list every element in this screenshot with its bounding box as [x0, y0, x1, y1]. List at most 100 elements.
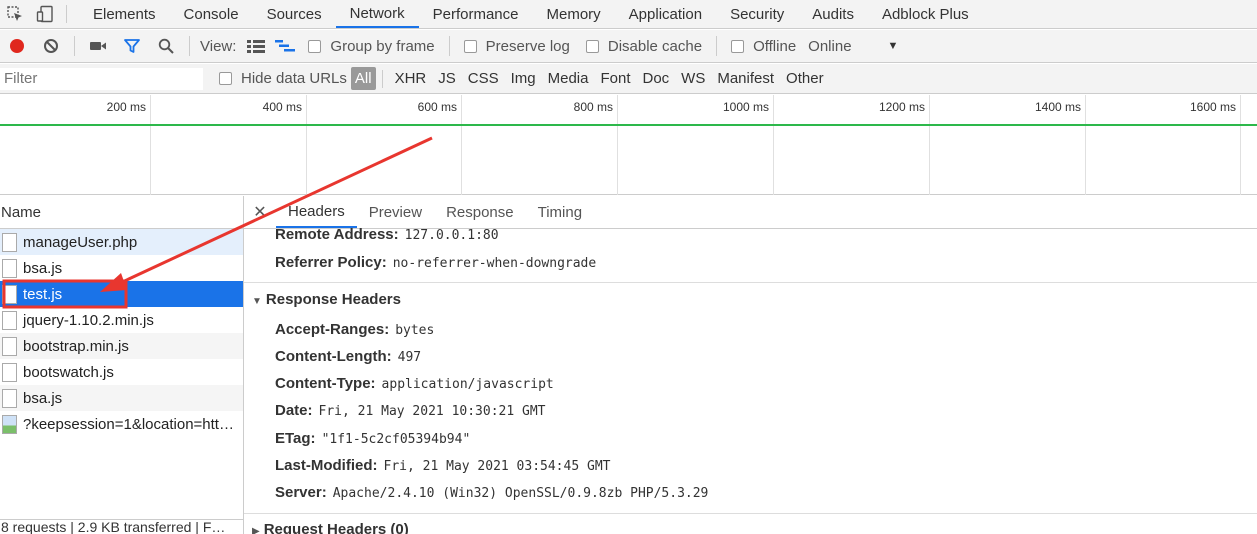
filter-type-other[interactable]: Other [780, 70, 830, 87]
view-label: View: [200, 37, 237, 55]
tab-performance[interactable]: Performance [419, 0, 533, 28]
request-list: Name manageUser.php bsa.js test.js jquer… [0, 196, 244, 534]
tab-response[interactable]: Response [434, 196, 526, 228]
record-icon [10, 39, 24, 53]
search-button[interactable] [149, 30, 183, 63]
checkbox-box [219, 72, 232, 85]
header-value: 127.0.0.1:80 [404, 228, 499, 243]
device-icon [36, 5, 53, 23]
large-rows-button[interactable] [242, 30, 270, 63]
filter-type-doc[interactable]: Doc [636, 70, 675, 87]
request-name: bsa.js [23, 259, 63, 277]
throttling-select[interactable]: Online ▼ [808, 38, 898, 55]
header-value: Fri, 21 May 2021 10:30:21 GMT [318, 404, 546, 419]
device-toolbar-button[interactable] [30, 0, 60, 28]
disable-cache-checkbox[interactable]: Disable cache [585, 38, 702, 55]
waterfall-icon [275, 40, 296, 52]
offline-checkbox[interactable]: Offline [731, 38, 796, 55]
network-toolbar: View: Group by frame Preserve log Disabl… [0, 30, 1257, 63]
filter-input[interactable] [0, 67, 203, 90]
tab-audits[interactable]: Audits [798, 0, 868, 28]
filter-type-ws[interactable]: WS [675, 70, 711, 87]
details-tabbar: ✕ Headers Preview Response Timing [244, 196, 1257, 229]
request-name: bsa.js [23, 389, 63, 407]
request-headers-section-toggle[interactable]: ▶ Request Headers (0) [252, 521, 409, 534]
tab-sources[interactable]: Sources [253, 0, 336, 28]
timeline-gridline [617, 95, 618, 195]
hide-data-urls-checkbox[interactable]: Hide data URLs [219, 70, 347, 87]
timeline-gridline [150, 95, 151, 195]
timeline-tick-label: 1400 ms [1034, 100, 1081, 114]
record-button[interactable] [0, 30, 34, 63]
script-file-icon [2, 284, 17, 304]
filter-divider [381, 69, 383, 88]
tab-elements[interactable]: Elements [79, 0, 170, 28]
section-divider [244, 282, 1257, 283]
filter-type-font[interactable]: Font [594, 70, 636, 87]
tab-headers[interactable]: Headers [276, 196, 357, 228]
request-name: ?keepsession=1&location=htt… [23, 415, 234, 433]
timeline-overview[interactable]: 200 ms 400 ms 600 ms 800 ms 1000 ms 1200… [0, 95, 1257, 195]
header-key: Server: [275, 484, 327, 501]
timeline-tick-label: 400 ms [262, 100, 302, 114]
header-key: Content-Type: [275, 375, 376, 392]
timeline-tick-label: 200 ms [106, 100, 146, 114]
timeline-tick-label: 1200 ms [878, 100, 925, 114]
header-row-referrer-policy: Referrer Policy: no-referrer-when-downgra… [275, 254, 596, 271]
name-column-header[interactable]: Name [0, 196, 243, 229]
tab-application[interactable]: Application [615, 0, 716, 28]
cursor-select-icon [7, 6, 22, 21]
script-file-icon [2, 258, 17, 278]
close-details-button[interactable]: ✕ [244, 196, 276, 228]
dom-content-loaded-line [0, 124, 1257, 126]
filter-button[interactable] [115, 30, 149, 63]
group-by-frame-checkbox[interactable]: Group by frame [308, 38, 435, 55]
header-row: Content-Length: 497 [275, 348, 421, 365]
filter-type-manifest[interactable]: Manifest [711, 70, 780, 87]
tab-preview[interactable]: Preview [357, 196, 434, 228]
request-row[interactable]: bsa.js [0, 255, 243, 281]
request-row[interactable]: bootstrap.min.js [0, 333, 243, 359]
header-key: Date: [275, 402, 313, 419]
header-row: ETag: "1f1-5c2cf05394b94" [275, 430, 470, 447]
filter-type-xhr[interactable]: XHR [389, 70, 433, 87]
header-row: Content-Type: application/javascript [275, 375, 554, 392]
capture-screenshots-button[interactable] [81, 30, 115, 63]
filter-type-css[interactable]: CSS [462, 70, 505, 87]
request-row[interactable]: bsa.js [0, 385, 243, 411]
preserve-log-checkbox[interactable]: Preserve log [463, 38, 570, 55]
toolbar-divider [189, 36, 190, 56]
request-row[interactable]: ?keepsession=1&location=htt… [0, 411, 243, 437]
request-name: bootswatch.js [23, 363, 114, 381]
request-name: jquery-1.10.2.min.js [23, 311, 154, 329]
overview-toggle-button[interactable] [270, 30, 300, 63]
document-file-icon [2, 232, 17, 252]
header-key: Content-Length: [275, 348, 392, 365]
filter-type-media[interactable]: Media [542, 70, 595, 87]
filter-type-js[interactable]: JS [432, 70, 462, 87]
checkbox-box [308, 39, 322, 53]
request-row-selected[interactable]: test.js [0, 281, 243, 307]
request-row[interactable]: bootswatch.js [0, 359, 243, 385]
request-row[interactable]: jquery-1.10.2.min.js [0, 307, 243, 333]
checkbox-box [585, 39, 599, 53]
response-headers-section-toggle[interactable]: ▼ Response Headers [252, 291, 401, 308]
tab-memory[interactable]: Memory [533, 0, 615, 28]
timeline-gridline [306, 95, 307, 195]
timeline-tick-label: 600 ms [417, 100, 457, 114]
header-key: Remote Address: [275, 226, 399, 243]
timeline-gridline [929, 95, 930, 195]
filter-type-img[interactable]: Img [505, 70, 542, 87]
tab-adblock-plus[interactable]: Adblock Plus [868, 0, 983, 28]
clear-button[interactable] [34, 30, 68, 63]
tab-network[interactable]: Network [335, 0, 419, 28]
tab-timing[interactable]: Timing [526, 196, 594, 228]
request-details-pane: ✕ Headers Preview Response Timing Remote… [244, 196, 1257, 534]
tab-security[interactable]: Security [716, 0, 798, 28]
devtools-main-tabbar: Elements Console Sources Network Perform… [0, 0, 1257, 29]
hide-data-urls-label: Hide data URLs [241, 70, 347, 87]
filter-type-all[interactable]: All [350, 67, 376, 90]
inspect-element-button[interactable] [0, 0, 30, 28]
tab-console[interactable]: Console [170, 0, 253, 28]
request-row[interactable]: manageUser.php [0, 229, 243, 255]
